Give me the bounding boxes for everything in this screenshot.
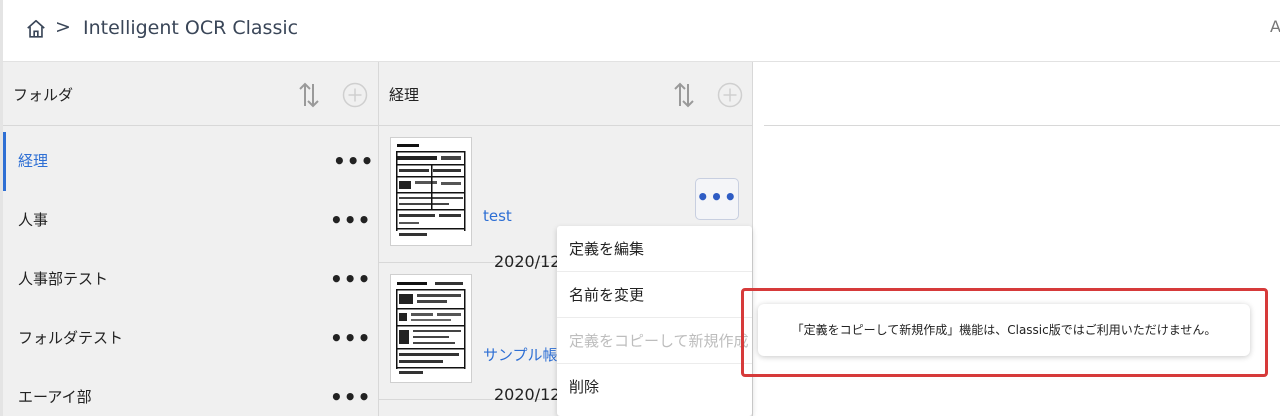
folder-item-ai-bu[interactable]: エーアイ部 •••: [3, 368, 378, 416]
header-right-text[interactable]: A: [1270, 17, 1280, 36]
header: > Intelligent OCR Classic A: [0, 0, 1280, 62]
folder-more-button[interactable]: •••: [333, 132, 374, 191]
folder-item-label: エーアイ部: [18, 388, 92, 406]
form-preview-image: [396, 144, 466, 236]
menu-item-label: 名前を変更: [569, 286, 645, 304]
menu-item-copy-new: 定義をコピーして新規作成: [557, 318, 752, 364]
sort-icon[interactable]: [673, 81, 695, 109]
document-pane-header: 経理: [379, 62, 753, 126]
menu-item-edit-definition[interactable]: 定義を編集: [557, 226, 752, 272]
sort-icon[interactable]: [298, 81, 320, 109]
add-circle-icon[interactable]: [717, 82, 743, 108]
menu-item-delete[interactable]: 削除: [557, 364, 752, 410]
breadcrumb-separator: >: [55, 16, 71, 38]
folder-pane-title: フォルダ: [13, 86, 74, 104]
folder-item-label: 人事: [18, 211, 49, 229]
folder-pane-header: フォルダ: [3, 62, 378, 126]
add-circle-icon[interactable]: [342, 82, 368, 108]
right-pane-divider: [764, 125, 1280, 126]
folder-more-button[interactable]: •••: [330, 309, 371, 368]
folder-item-folder-test[interactable]: フォルダテスト •••: [3, 309, 378, 368]
document-more-button[interactable]: •••: [695, 178, 739, 220]
folder-more-button[interactable]: •••: [330, 250, 371, 309]
document-pane-title: 経理: [389, 86, 420, 104]
folder-pane: フォルダ 経理 ••• 人事 ••• 人事部テスト ••• フォルダテスト ••…: [0, 62, 378, 416]
page-title: Intelligent OCR Classic: [83, 17, 299, 39]
document-name-link[interactable]: test: [483, 207, 512, 225]
menu-item-label: 定義をコピーして新規作成: [569, 332, 749, 350]
folder-item-jinji[interactable]: 人事 •••: [3, 191, 378, 250]
folder-item-label: フォルダテスト: [18, 329, 124, 347]
document-thumbnail[interactable]: [390, 274, 472, 383]
folder-more-button[interactable]: •••: [330, 191, 371, 250]
document-thumbnail[interactable]: [390, 137, 472, 246]
folder-more-button[interactable]: •••: [330, 368, 371, 416]
menu-item-label: 定義を編集: [569, 240, 645, 258]
menu-item-rename[interactable]: 名前を変更: [557, 272, 752, 318]
folder-item-jinjibu-test[interactable]: 人事部テスト •••: [3, 250, 378, 309]
toast-notification: 「定義をコピーして新規作成」機能は、Classic版ではご利用いただけません。: [758, 304, 1250, 356]
home-icon[interactable]: [25, 18, 47, 40]
folder-item-keiri[interactable]: 経理 •••: [3, 132, 378, 191]
toast-message: 「定義をコピーして新規作成」機能は、Classic版ではご利用いただけません。: [791, 323, 1217, 337]
menu-item-label: 削除: [569, 378, 600, 396]
document-date: 2020/12: [494, 385, 561, 404]
document-name-link[interactable]: サンプル帳: [483, 344, 558, 365]
folder-item-label: 経理: [18, 152, 49, 170]
context-menu: 定義を編集 名前を変更 定義をコピーして新規作成 削除: [557, 226, 752, 416]
form-preview-image: [396, 282, 466, 374]
folder-item-label: 人事部テスト: [18, 270, 109, 288]
